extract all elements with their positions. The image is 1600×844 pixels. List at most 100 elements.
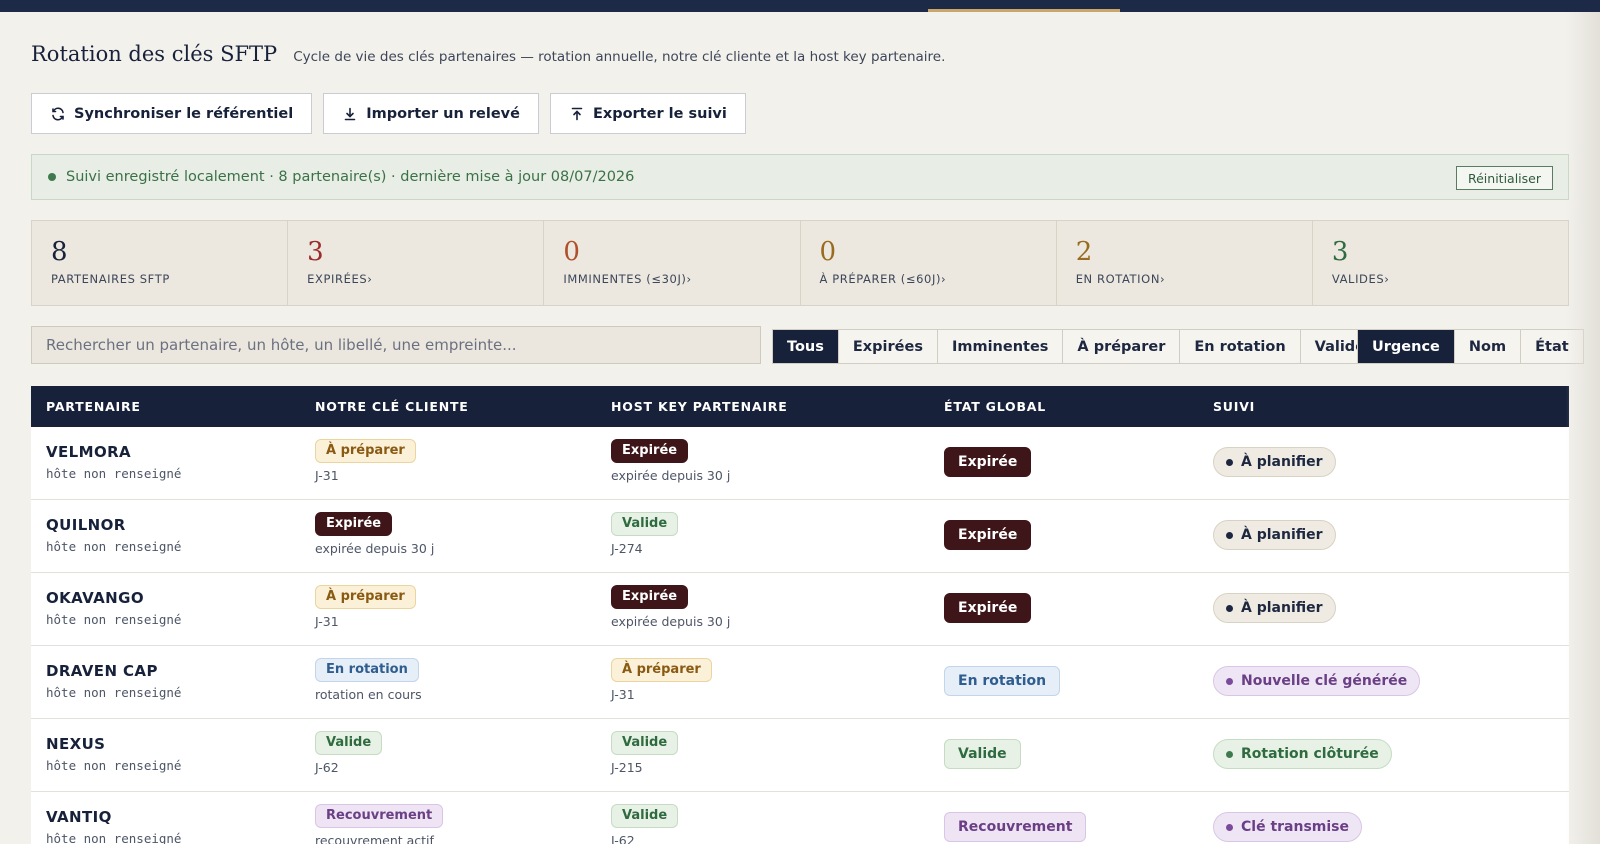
tracking-dot-icon <box>1226 750 1233 758</box>
tracking-cell: À planifier <box>1213 520 1336 550</box>
column-header-client-key[interactable]: NOTRE CLÉ CLIENTE <box>315 399 469 414</box>
host-key-status-badge: Valide <box>611 512 679 536</box>
tracking-status-label: À planifier <box>1241 527 1323 543</box>
client-key-status-badge: À préparer <box>315 439 416 463</box>
partner-host: hôte non renseigné <box>46 539 182 554</box>
tracking-cell: À planifier <box>1213 447 1336 477</box>
filter-to-prepare[interactable]: À préparer <box>1063 330 1181 363</box>
tracking-dot-icon <box>1226 677 1233 685</box>
host-key-detail: J-274 <box>611 541 643 556</box>
table-body: VELMORA hôte non renseigné À préparer J-… <box>31 427 1569 844</box>
table-row[interactable]: NEXUS hôte non renseigné Valide J-62 Val… <box>31 719 1569 792</box>
reset-button[interactable]: Réinitialiser <box>1455 166 1553 190</box>
host-key-cell: Valide J-274 <box>611 512 679 556</box>
global-state-cell: Valide <box>944 739 1021 769</box>
scroll-shadow <box>1566 12 1600 844</box>
client-key-detail: expirée depuis 30 j <box>315 541 435 556</box>
global-state-badge: Recouvrement <box>944 812 1087 842</box>
client-key-status-badge: Recouvrement <box>315 804 444 828</box>
refresh-icon <box>50 106 66 122</box>
tracking-cell: Rotation clôturée <box>1213 739 1392 769</box>
stat-expired[interactable]: 3 EXPIRÉES› <box>288 221 545 305</box>
global-state-badge: Expirée <box>944 593 1032 623</box>
search-input[interactable] <box>31 326 761 364</box>
table-row[interactable]: OKAVANGO hôte non renseigné À préparer J… <box>31 573 1569 646</box>
status-filter-group: Tous Expirées Imminentes À préparer En r… <box>772 329 1389 364</box>
client-key-cell: À préparer J-31 <box>315 585 416 629</box>
export-tracking-button[interactable]: Exporter le suivi <box>549 93 746 134</box>
stat-value: 2 <box>1075 237 1093 267</box>
global-state-cell: Expirée <box>944 447 1032 477</box>
partner-host: hôte non renseigné <box>46 685 182 700</box>
host-key-status-badge: Valide <box>611 804 679 828</box>
host-key-status-badge: À préparer <box>611 658 712 682</box>
stat-in-rotation[interactable]: 2 EN ROTATION› <box>1057 221 1313 305</box>
client-key-detail: J-31 <box>315 614 339 629</box>
filter-expired[interactable]: Expirées <box>839 330 938 363</box>
filter-all[interactable]: Tous <box>773 330 839 363</box>
tracking-status-pill[interactable]: À planifier <box>1213 447 1336 477</box>
stat-imminent[interactable]: 0 IMMINENTES (≤30J)› <box>544 221 801 305</box>
tracking-status-pill[interactable]: Rotation clôturée <box>1213 739 1392 769</box>
partner-host: hôte non renseigné <box>46 466 182 481</box>
column-header-tracking[interactable]: SUIVI <box>1213 399 1255 414</box>
sync-status-banner: Suivi enregistré localement · 8 partenai… <box>31 154 1569 200</box>
tracking-status-pill[interactable]: Clé transmise <box>1213 812 1363 842</box>
table-row[interactable]: VANTIQ hôte non renseigné Recouvrement r… <box>31 792 1569 844</box>
download-icon <box>342 106 358 122</box>
tracking-status-label: Nouvelle clé générée <box>1241 673 1408 689</box>
stat-label: PARTENAIRES SFTP <box>51 272 170 286</box>
tracking-dot-icon <box>1226 823 1233 831</box>
stat-value: 3 <box>307 237 324 267</box>
client-key-status-badge: En rotation <box>315 658 419 682</box>
client-key-detail: rotation en cours <box>315 687 422 702</box>
stat-label: VALIDES› <box>1331 272 1390 286</box>
client-key-cell: Valide J-62 <box>315 731 383 775</box>
table-row[interactable]: VELMORA hôte non renseigné À préparer J-… <box>31 427 1569 500</box>
host-key-cell: Valide J-62 <box>611 804 679 844</box>
stat-value: 8 <box>51 237 68 267</box>
client-key-detail: recouvrement actif <box>315 833 434 844</box>
status-dot-icon <box>48 173 56 181</box>
table-row[interactable]: DRAVEN CAP hôte non renseigné En rotatio… <box>31 646 1569 719</box>
active-nav-indicator <box>928 9 1120 12</box>
column-header-host-key[interactable]: HOST KEY PARTENAIRE <box>611 399 788 414</box>
partner-host: hôte non renseigné <box>46 758 182 773</box>
tracking-status-pill[interactable]: Nouvelle clé générée <box>1213 666 1421 696</box>
global-state-cell: En rotation <box>944 666 1061 696</box>
global-state-badge: Valide <box>944 739 1021 769</box>
sort-name[interactable]: Nom <box>1455 330 1522 363</box>
stat-total-partners: 8 PARTENAIRES SFTP <box>32 221 289 305</box>
stat-label: À PRÉPARER (≤60J)› <box>819 272 947 286</box>
stat-label: IMMINENTES (≤30J)› <box>563 272 692 286</box>
stat-valid[interactable]: 3 VALIDES› <box>1313 221 1568 305</box>
client-key-cell: À préparer J-31 <box>315 439 416 483</box>
filter-in-rotation[interactable]: En rotation <box>1180 330 1301 363</box>
sort-group: Urgence Nom État <box>1357 329 1584 364</box>
filter-imminent[interactable]: Imminentes <box>938 330 1064 363</box>
sync-repository-button[interactable]: Synchroniser le référentiel <box>31 93 313 134</box>
stat-to-prepare[interactable]: 0 À PRÉPARER (≤60J)› <box>801 221 1057 305</box>
partners-table: PARTENAIRE NOTRE CLÉ CLIENTE HOST KEY PA… <box>31 386 1569 844</box>
host-key-cell: Expirée expirée depuis 30 j <box>611 439 730 483</box>
tracking-status-pill[interactable]: À planifier <box>1213 520 1336 550</box>
host-key-detail: expirée depuis 30 j <box>611 614 731 629</box>
table-row[interactable]: QUILNOR hôte non renseigné Expirée expir… <box>31 500 1569 573</box>
host-key-cell: Valide J-215 <box>611 731 679 775</box>
tracking-status-label: Clé transmise <box>1241 819 1350 835</box>
sort-state[interactable]: État <box>1521 330 1583 363</box>
partner-name: NEXUS <box>46 735 106 753</box>
table-header: PARTENAIRE NOTRE CLÉ CLIENTE HOST KEY PA… <box>31 386 1569 427</box>
sort-urgency[interactable]: Urgence <box>1358 330 1455 363</box>
tracking-status-pill[interactable]: À planifier <box>1213 593 1336 623</box>
column-header-partner[interactable]: PARTENAIRE <box>46 399 141 414</box>
stat-label: EN ROTATION› <box>1075 272 1166 286</box>
client-key-cell: Recouvrement recouvrement actif <box>315 804 444 844</box>
import-statement-button[interactable]: Importer un relevé <box>323 93 539 134</box>
export-tracking-label: Exporter le suivi <box>592 105 727 122</box>
tracking-status-label: Rotation clôturée <box>1241 746 1379 762</box>
host-key-status-badge: Expirée <box>611 585 689 609</box>
column-header-global-state[interactable]: ÉTAT GLOBAL <box>944 399 1046 414</box>
client-key-status-badge: Valide <box>315 731 383 755</box>
host-key-detail: J-31 <box>611 687 635 702</box>
